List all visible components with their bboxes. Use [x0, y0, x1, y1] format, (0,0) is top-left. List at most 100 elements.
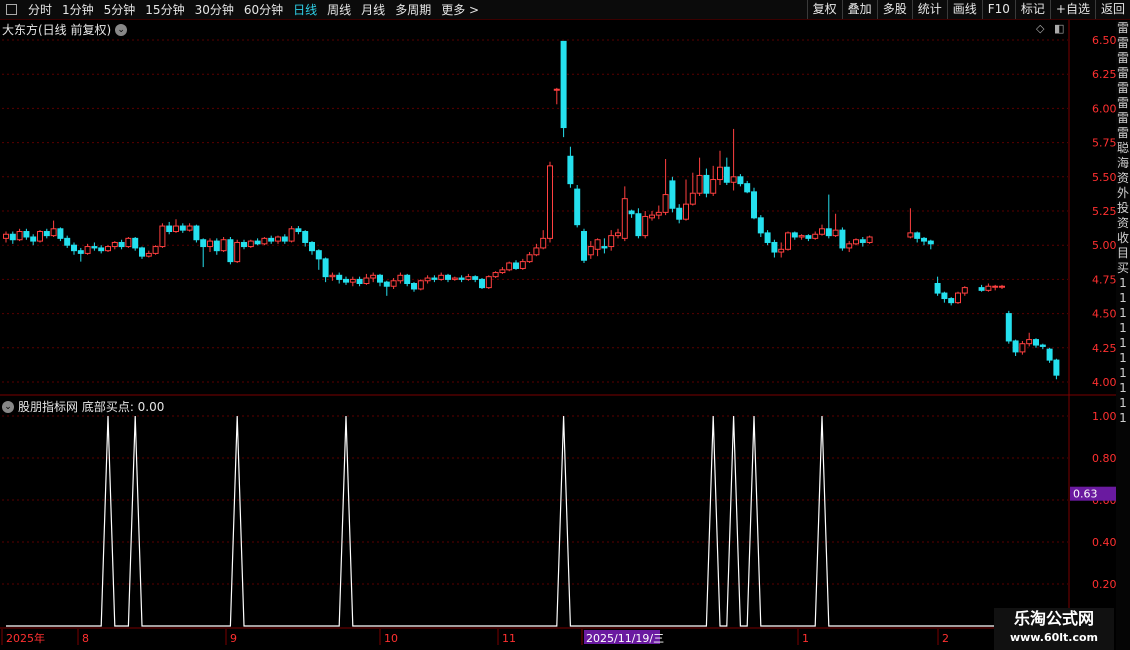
candle-body [227, 239, 234, 263]
candle-body [451, 277, 458, 280]
candle-body [717, 166, 723, 181]
candle-body [438, 274, 445, 280]
candle-body [492, 272, 499, 278]
candle-body [349, 278, 356, 283]
sidebar-char: 买 [1116, 261, 1129, 275]
candle-body [1005, 313, 1012, 342]
y-tick-label: 5.25 [1092, 205, 1116, 218]
sidebar-char: 雷 [1116, 111, 1129, 125]
candle-body [145, 252, 152, 257]
candle-body [431, 277, 438, 280]
candle-body [1033, 339, 1039, 346]
candle-body [567, 155, 574, 185]
candle-body [241, 241, 247, 248]
indicator-y-tick-label: 0.40 [1092, 536, 1116, 549]
candle-body [411, 283, 417, 290]
candle-body [519, 261, 526, 269]
candle-body [621, 198, 628, 239]
candle-body [64, 237, 71, 246]
candle-body [825, 228, 832, 237]
watermark-line2: www.60lt.com [1009, 631, 1099, 644]
watermark-line1: 乐淘公式网 [1013, 609, 1094, 628]
candle-body [737, 176, 744, 185]
chart-canvas: 6.50 6.25 6.00 5.75 5.50 5.25 5.00 4.75 4.50 4.25… [0, 20, 1116, 645]
candle-body [336, 274, 343, 280]
candle-body [751, 191, 757, 219]
right-sidebar: 雷雷雷雷雷雷雷雷聪海资外投资收目买1111111111 [1116, 21, 1130, 650]
sidebar-char: 1 [1119, 306, 1127, 320]
candle-body [254, 240, 261, 245]
candle-body [764, 232, 771, 243]
candle-body [547, 165, 553, 239]
candle-body [934, 283, 941, 294]
candle-body [268, 237, 275, 242]
candle-body [390, 280, 397, 287]
y-tick-label: 6.25 [1092, 68, 1116, 81]
sidebar-char: 收 [1116, 231, 1129, 245]
candle-body [798, 235, 805, 238]
candle-body [479, 278, 485, 289]
candle-body [377, 274, 383, 283]
candle-body [757, 217, 764, 234]
candle-body [999, 285, 1005, 288]
candle-body [315, 250, 322, 260]
candle-body [166, 225, 173, 233]
candle-body [587, 246, 594, 256]
candle-body [560, 40, 567, 129]
candle-body [1012, 340, 1019, 353]
candle-body [84, 246, 91, 254]
candle-body [1019, 343, 1026, 353]
candle-body [992, 285, 999, 288]
candle-body [921, 237, 927, 242]
sidebar-char: 投 [1116, 201, 1129, 215]
candle-body [914, 232, 921, 239]
x-tick-label: 9 [230, 632, 237, 645]
candle-body [581, 231, 587, 261]
sidebar-char: 雷 [1116, 96, 1129, 110]
sidebar-char: 雷 [1116, 81, 1129, 95]
candle-body [404, 274, 411, 285]
candle-body [710, 179, 717, 194]
candle-body [30, 236, 37, 242]
candle-body [703, 174, 710, 194]
candle-body [207, 240, 213, 248]
candle-body [356, 278, 363, 285]
sidebar-char: 雷 [1116, 51, 1129, 65]
candle-body [628, 210, 635, 215]
candle-body [485, 276, 492, 289]
y-tick-label: 4.00 [1092, 376, 1116, 389]
candle-body [608, 235, 615, 248]
candle-body [302, 231, 309, 243]
candle-body [383, 281, 390, 287]
candle-body [655, 211, 662, 216]
candle-body [329, 274, 336, 278]
candle-body [445, 274, 451, 280]
candle-body [118, 241, 125, 248]
candle-body [98, 247, 105, 252]
candle-body [417, 280, 424, 290]
candle-body [689, 192, 696, 205]
candle-body [50, 228, 57, 237]
candle-body [615, 232, 621, 237]
candle-body [941, 292, 948, 300]
candle-body [91, 246, 98, 249]
candle-body [472, 276, 479, 280]
sidebar-char: 雷 [1116, 21, 1129, 35]
candle-body [1039, 344, 1046, 347]
candle-body [955, 292, 961, 304]
candle-body [458, 277, 465, 280]
candle-body [465, 276, 472, 280]
sidebar-char: 外 [1116, 186, 1129, 200]
candle-body [23, 231, 30, 238]
y-tick-label: 5.00 [1092, 239, 1116, 252]
candle-body [785, 232, 791, 250]
candle-body [9, 233, 16, 241]
candle-body [1026, 339, 1033, 345]
candle-body [111, 241, 118, 248]
candle-body [683, 203, 689, 220]
indicator-y-tick-label: 0.80 [1092, 452, 1116, 465]
y-tick-label: 4.25 [1092, 342, 1116, 355]
sidebar-char: 1 [1119, 291, 1127, 305]
sidebar-char: 1 [1119, 351, 1127, 365]
candle-body [574, 188, 581, 226]
